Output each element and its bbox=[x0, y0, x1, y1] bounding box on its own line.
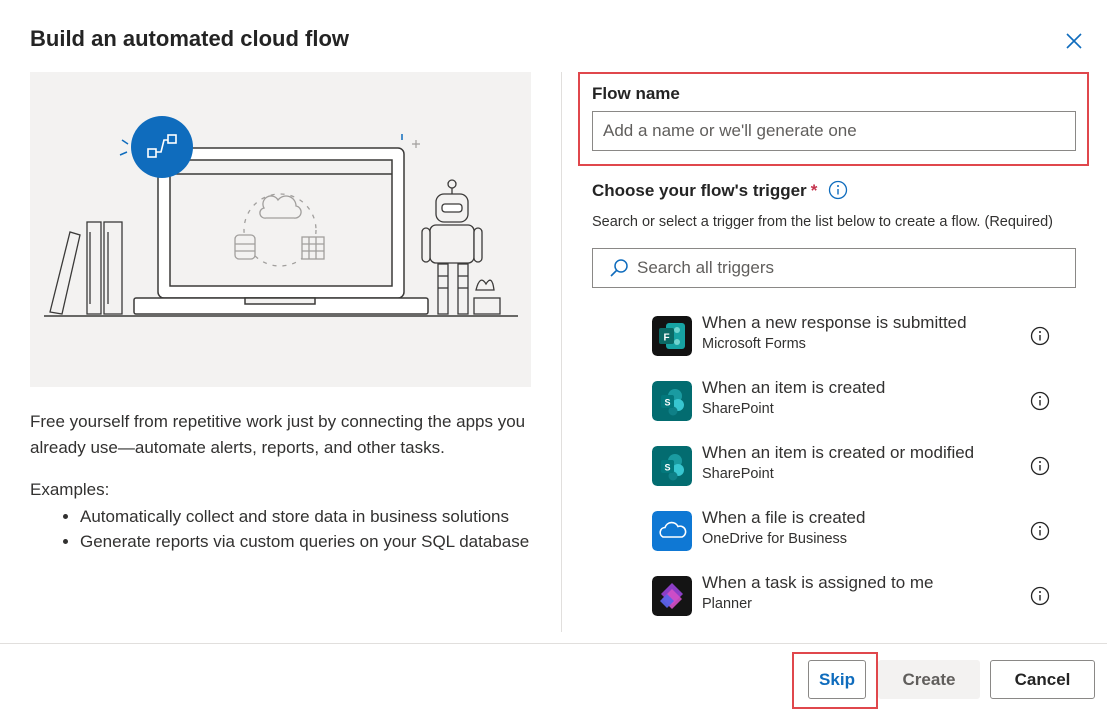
trigger-title: When an item is created bbox=[702, 378, 886, 397]
example-item: Generate reports via custom queries on y… bbox=[80, 529, 570, 554]
svg-text:F: F bbox=[663, 333, 669, 344]
trigger-item[interactable]: F When a new response is submitted Micro… bbox=[652, 313, 1062, 356]
trigger-label: Choose your flow's trigger * bbox=[592, 181, 817, 201]
robot-icon bbox=[421, 179, 501, 315]
info-icon[interactable] bbox=[828, 180, 848, 200]
footer-divider bbox=[0, 643, 1107, 644]
planner-icon bbox=[652, 576, 692, 616]
laptop-illustration bbox=[44, 116, 518, 317]
info-icon[interactable] bbox=[1030, 326, 1050, 346]
trigger-item[interactable]: S When an item is created or modified Sh… bbox=[652, 443, 1062, 486]
svg-text:S: S bbox=[664, 398, 670, 408]
search-icon bbox=[610, 259, 628, 277]
trigger-app: Planner bbox=[702, 596, 752, 612]
required-mark: * bbox=[810, 181, 818, 200]
trigger-app: OneDrive for Business bbox=[702, 531, 848, 547]
dialog-description: Free yourself from repetitive work just … bbox=[30, 412, 526, 457]
svg-text:S: S bbox=[664, 463, 670, 473]
cancel-button[interactable]: Cancel bbox=[990, 660, 1095, 699]
trigger-search-box[interactable] bbox=[592, 248, 1076, 288]
illustration-panel bbox=[30, 72, 531, 387]
trigger-app: SharePoint bbox=[702, 466, 774, 482]
trigger-label-text: Choose your flow's trigger bbox=[592, 181, 807, 200]
dialog-title: Build an automated cloud flow bbox=[30, 26, 349, 51]
trigger-hint: Search or select a trigger from the list… bbox=[592, 214, 1053, 230]
examples-list: Automatically collect and store data in … bbox=[50, 504, 570, 554]
trigger-app: Microsoft Forms bbox=[702, 336, 806, 352]
info-icon[interactable] bbox=[1030, 391, 1050, 411]
create-button[interactable]: Create bbox=[878, 660, 980, 699]
forms-icon: F bbox=[652, 316, 692, 356]
trigger-item[interactable]: When a file is created OneDrive for Busi… bbox=[652, 508, 1062, 551]
trigger-search-input[interactable] bbox=[637, 249, 1067, 287]
trigger-item[interactable]: When a task is assigned to me Planner bbox=[652, 573, 1062, 616]
trigger-title: When a file is created bbox=[702, 508, 866, 527]
skip-button[interactable]: Skip bbox=[808, 660, 866, 699]
sharepoint-icon: S bbox=[652, 381, 692, 421]
example-item: Automatically collect and store data in … bbox=[80, 504, 570, 529]
flow-name-input[interactable] bbox=[592, 111, 1076, 151]
onedrive-icon bbox=[652, 511, 692, 551]
vertical-divider bbox=[561, 72, 562, 632]
trigger-app: SharePoint bbox=[702, 401, 774, 417]
trigger-title: When an item is created or modified bbox=[702, 443, 975, 462]
flow-name-label: Flow name bbox=[592, 84, 680, 103]
trigger-title: When a new response is submitted bbox=[702, 313, 967, 332]
info-icon[interactable] bbox=[1030, 586, 1050, 606]
trigger-title: When a task is assigned to me bbox=[702, 573, 934, 592]
build-flow-dialog: Build an automated cloud flow Free yours… bbox=[0, 0, 1107, 712]
close-icon[interactable] bbox=[1062, 29, 1086, 53]
sharepoint-icon: S bbox=[652, 446, 692, 486]
info-icon[interactable] bbox=[1030, 521, 1050, 541]
examples-title: Examples: bbox=[30, 480, 110, 499]
books-icon bbox=[49, 221, 123, 315]
info-icon[interactable] bbox=[1030, 456, 1050, 476]
trigger-item[interactable]: S When an item is created SharePoint bbox=[652, 378, 1062, 421]
